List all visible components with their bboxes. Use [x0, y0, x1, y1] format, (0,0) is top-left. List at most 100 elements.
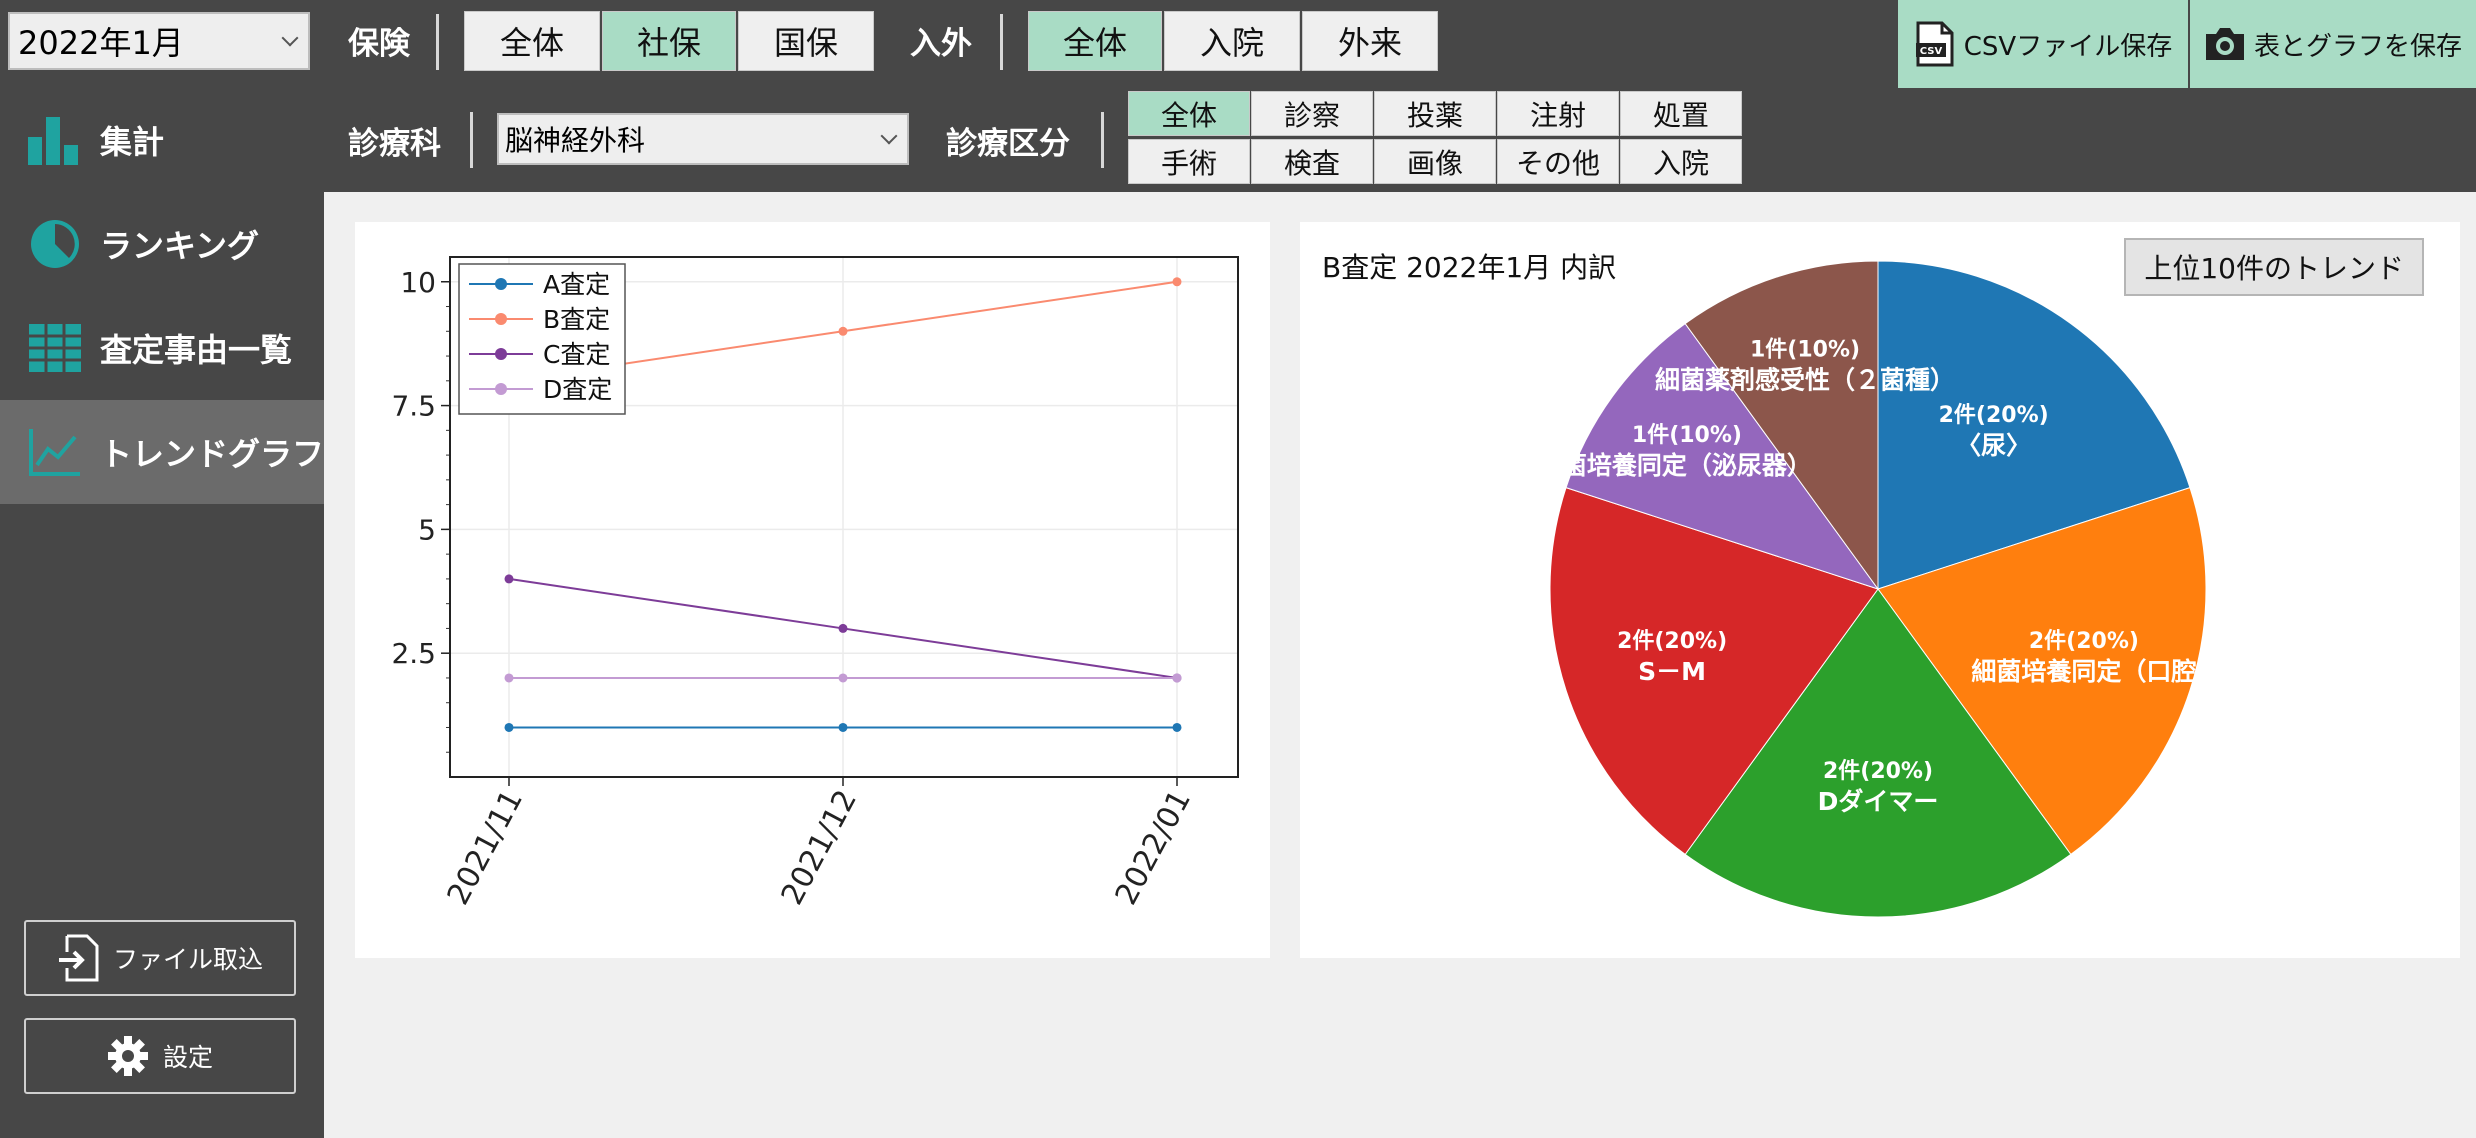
table-icon: [26, 319, 84, 377]
file-import-button[interactable]: ファイル取込: [24, 920, 296, 996]
legend-marker: [495, 313, 507, 325]
inout-all-button[interactable]: 全体: [1028, 11, 1162, 71]
x-tick-label: 2021/11: [441, 784, 530, 910]
trend-chart-icon: [26, 423, 84, 481]
chevron-down-icon: [880, 127, 898, 145]
inout-label: 入外: [910, 25, 972, 62]
legend-label: A査定: [543, 270, 610, 299]
slice-count-label: 2件(20%): [1939, 403, 2049, 428]
slice-count-label: 1件(10%): [1632, 423, 1742, 448]
slice-name-label: Dダイマー: [1818, 787, 1939, 816]
data-point: [838, 326, 848, 336]
chevron-down-icon: [281, 29, 299, 47]
pie-chart-panel: B査定 2022年1月 内訳 上位10件のトレンド 2件(20%) 〈尿〉 2件(2…: [1300, 222, 2460, 958]
save-chart-label: 表とグラフを保存: [2253, 31, 2462, 62]
insurance-all-button[interactable]: 全体: [464, 11, 600, 71]
sidebar: 集計 ランキング 査定事由一覧 トレンドグラフ ファイル取込 設定: [0, 88, 324, 1138]
x-tick-label: 2021/12: [775, 784, 864, 910]
settings-label: 設定: [162, 1043, 213, 1072]
category-admission-button[interactable]: 入院: [1620, 139, 1742, 184]
data-point: [838, 722, 848, 732]
data-point: [504, 673, 514, 683]
csv-save-label: CSVファイル保存: [1963, 31, 2173, 62]
slice-name-label: S－M: [1638, 657, 1706, 686]
top10-trend-button[interactable]: 上位10件のトレンド: [2124, 238, 2424, 296]
pie-chart-title: B査定 2022年1月 内訳: [1322, 251, 1617, 284]
month-select-value: 2022年1月: [18, 24, 184, 62]
data-point: [838, 673, 848, 683]
sidebar-item-reasons[interactable]: 査定事由一覧: [0, 296, 324, 400]
file-import-label: ファイル取込: [112, 945, 263, 974]
slice-count-label: 2件(20%): [2029, 629, 2139, 654]
data-point: [504, 722, 514, 732]
month-select[interactable]: 2022年1月: [8, 12, 310, 70]
line-chart-panel: 2.5 5 7.5 10 2021/11 2021/12 2022/01 A査定 B査定 C査定 D…: [355, 222, 1270, 958]
category-injection-button[interactable]: 注射: [1497, 91, 1619, 136]
y-tick-label: 5: [418, 513, 436, 546]
data-point: [838, 623, 848, 633]
slice-name-label: 菌培養同定（泌尿器）: [1562, 451, 1812, 480]
legend-label: C査定: [543, 340, 610, 369]
inout-inpatient-button[interactable]: 入院: [1164, 11, 1300, 71]
sidebar-item-label: 集計: [100, 123, 165, 161]
data-point: [1172, 277, 1182, 287]
sidebar-item-ranking[interactable]: ランキング: [0, 192, 324, 296]
y-tick-label: 2.5: [391, 637, 436, 670]
x-tick-label: 2022/01: [1109, 784, 1198, 910]
department-select[interactable]: 脳神経外科: [497, 113, 909, 165]
data-point: [1172, 722, 1182, 732]
line-chart: 2.5 5 7.5 10 2021/11 2021/12 2022/01 A査定 B査定 C査定 D…: [391, 256, 1239, 911]
category-imaging-button[interactable]: 画像: [1374, 139, 1496, 184]
file-import-icon: [58, 934, 99, 982]
insurance-kokuho-button[interactable]: 国保: [738, 11, 874, 71]
csv-file-icon: CSV: [1915, 21, 1954, 67]
sidebar-item-summary[interactable]: 集計: [0, 88, 324, 192]
slice-count-label: 2件(20%): [1823, 759, 1933, 784]
sidebar-item-trend[interactable]: トレンドグラフ: [0, 400, 324, 504]
data-point: [504, 574, 514, 584]
category-test-button[interactable]: 検査: [1251, 139, 1373, 184]
legend-label: D査定: [543, 375, 612, 404]
y-tick-label: 10: [400, 266, 436, 299]
category-all-button[interactable]: 全体: [1128, 91, 1250, 136]
slice-count-label: 2件(20%): [1617, 629, 1727, 654]
department-label: 診療科: [348, 125, 441, 162]
y-tick-label: 7.5: [391, 390, 436, 423]
legend-marker: [495, 278, 507, 290]
category-surgery-button[interactable]: 手術: [1128, 139, 1250, 184]
slice-name-label: 細菌培養同定（口腔: [1971, 657, 2196, 686]
divider: [1000, 14, 1003, 70]
csv-badge-text: CSV: [1920, 46, 1943, 57]
insurance-label: 保険: [348, 25, 410, 62]
sidebar-item-label: 査定事由一覧: [100, 331, 293, 369]
category-other-button[interactable]: その他: [1497, 139, 1619, 184]
category-procedure-button[interactable]: 処置: [1620, 91, 1742, 136]
save-chart-button[interactable]: 表とグラフを保存: [2190, 0, 2476, 88]
camera-icon: [2205, 28, 2244, 60]
slice-count-label: 1件(10%): [1750, 337, 1860, 362]
department-select-value: 脳神経外科: [505, 124, 646, 157]
sidebar-item-label: トレンドグラフ: [100, 435, 325, 473]
gear-icon: [107, 1036, 148, 1076]
divider: [436, 14, 439, 70]
pie-chart: 2件(20%) 〈尿〉 2件(20%) 細菌培養同定（口腔 2件(20%) Dダイマー 2件…: [1549, 260, 2207, 918]
data-point: [1172, 673, 1182, 683]
category-medication-button[interactable]: 投薬: [1374, 91, 1496, 136]
sidebar-item-label: ランキング: [100, 227, 260, 265]
divider: [1101, 112, 1104, 168]
settings-button[interactable]: 設定: [24, 1018, 296, 1094]
legend-marker: [495, 383, 507, 395]
category-exam-button[interactable]: 診察: [1251, 91, 1373, 136]
divider: [470, 112, 473, 168]
pie-chart-icon: [26, 215, 84, 273]
legend-marker: [495, 348, 507, 360]
bar-chart-icon: [26, 111, 84, 169]
insurance-shaho-button[interactable]: 社保: [602, 11, 736, 71]
inout-outpatient-button[interactable]: 外来: [1302, 11, 1438, 71]
category-label: 診療区分: [946, 125, 1070, 162]
slice-name-label: 細菌薬剤感受性（２菌種）: [1655, 365, 1955, 394]
legend-label: B査定: [543, 305, 610, 334]
csv-save-button[interactable]: CSV CSVファイル保存: [1898, 0, 2188, 88]
slice-name-label: 〈尿〉: [1956, 431, 2031, 460]
top-toolbar: 2022年1月 保険 全体 社保 国保 入外 全体 入院 外来 CSV CSVフ…: [0, 0, 2476, 192]
